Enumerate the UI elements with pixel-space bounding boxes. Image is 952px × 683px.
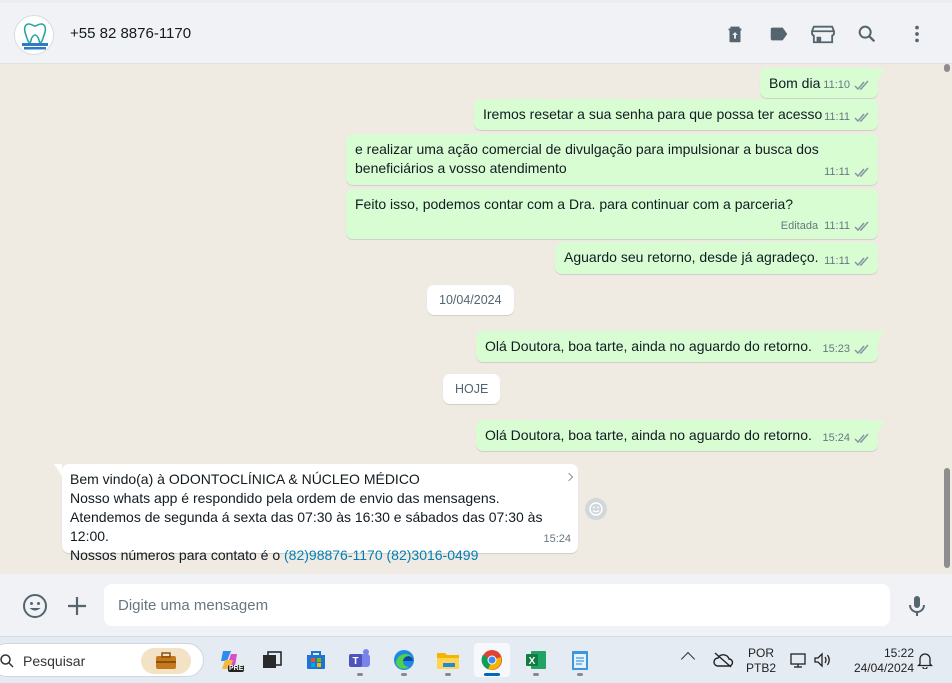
message-text: e realizar uma ação comercial de divulga… <box>355 141 819 176</box>
scrollbar-top[interactable] <box>944 64 950 72</box>
clock[interactable]: 15:22 24/04/2024 <box>844 646 914 676</box>
double-check-icon <box>854 112 869 123</box>
delete-icon[interactable] <box>724 23 746 45</box>
clock-time: 15:22 <box>883 646 914 660</box>
double-check-icon <box>854 221 869 232</box>
phone-link[interactable]: (82)3016-0499 <box>387 547 479 563</box>
attach-plus-icon[interactable] <box>64 593 90 619</box>
bubble-tail <box>877 331 885 343</box>
excel-icon[interactable]: X <box>518 643 554 677</box>
contact-avatar[interactable] <box>14 15 54 55</box>
task-view-icon[interactable] <box>254 643 290 677</box>
date-separator: 10/04/2024 <box>427 285 514 315</box>
clock-date: 24/04/2024 <box>853 661 914 675</box>
outgoing-message[interactable]: Aguardo seu retorno, desde já agradeço. … <box>555 242 878 274</box>
message-line: Bem vindo(a) à ODONTOCLÍNICA & NÚCLEO MÉ… <box>70 471 420 487</box>
chrome-icon[interactable] <box>474 643 510 677</box>
search-icon <box>0 654 14 668</box>
message-time: 11:11 <box>824 220 850 232</box>
outgoing-message[interactable]: Olá Doutora, boa tarte, ainda no aguardo… <box>476 331 885 362</box>
message-time: 15:24 <box>822 432 850 444</box>
menu-dots-icon[interactable] <box>906 23 928 45</box>
svg-text:T: T <box>352 656 358 667</box>
double-check-icon <box>854 344 869 355</box>
outgoing-message[interactable]: Feito isso, podemos contar com a Dra. pa… <box>346 189 878 239</box>
edge-icon[interactable] <box>386 643 422 677</box>
message-text: Olá Doutora, boa tarte, ainda no aguardo… <box>485 427 812 443</box>
double-check-icon <box>854 80 869 91</box>
double-check-icon <box>854 167 869 178</box>
outgoing-message[interactable]: Iremos resetar a sua senha para que poss… <box>474 99 878 130</box>
outgoing-message[interactable]: Bom dia 11:10 <box>760 68 885 98</box>
volume-icon[interactable] <box>813 651 833 674</box>
date-separator: HOJE <box>443 374 501 404</box>
message-text: Olá Doutora, boa tarte, ainda no aguardo… <box>485 338 812 354</box>
message-line: Atendemos de segunda á sexta das 07:30 à… <box>70 509 543 544</box>
microphone-icon[interactable] <box>904 593 930 619</box>
input-language-indicator[interactable]: POR PTB2 <box>746 646 776 676</box>
message-time: 15:23 <box>822 343 850 355</box>
show-hidden-icons-chevron-icon[interactable] <box>680 651 696 667</box>
message-input-container <box>104 584 890 626</box>
message-input[interactable] <box>104 584 890 626</box>
message-text: Iremos resetar a sua senha para que poss… <box>483 106 823 122</box>
cloud-offline-icon[interactable] <box>712 651 734 674</box>
search-highlight-icon <box>141 648 191 674</box>
chat-header: +55 82 8876-1170 <box>0 0 952 64</box>
outgoing-message[interactable]: e realizar uma ação comercial de divulga… <box>346 134 878 185</box>
notepad-icon[interactable] <box>562 643 598 677</box>
double-check-icon <box>854 256 869 267</box>
composer-bar <box>0 574 952 636</box>
file-explorer-icon[interactable] <box>430 643 466 677</box>
message-time: 11:10 <box>823 79 850 91</box>
network-icon[interactable] <box>789 651 807 674</box>
bubble-tail <box>54 464 62 476</box>
svg-text:X: X <box>529 656 536 667</box>
message-time: 11:11 <box>824 255 850 267</box>
message-time: 11:11 <box>824 111 850 123</box>
teams-icon[interactable]: T <box>342 643 378 677</box>
message-list[interactable]: Bom dia 11:10 Iremos resetar a sua senha… <box>0 64 952 574</box>
message-text: Aguardo seu retorno, desde já agradeço. <box>564 249 819 265</box>
contact-name[interactable]: +55 82 8876-1170 <box>70 25 191 42</box>
label-tag-icon[interactable] <box>768 23 790 45</box>
search-icon[interactable] <box>856 23 878 45</box>
message-line: Nosso whats app é respondido pela ordem … <box>70 490 500 506</box>
windows-taskbar: Pesquisar PRE T X POR PTB2 15:22 24/04/2… <box>0 636 952 683</box>
bubble-tail <box>877 420 885 432</box>
message-text: Bom dia <box>769 75 821 91</box>
message-line: Nossos números para contato é o (82)9887… <box>70 546 570 565</box>
taskbar-search[interactable]: Pesquisar <box>0 643 204 677</box>
keyboard-layout: PTB2 <box>746 661 777 675</box>
bubble-tail <box>877 68 885 80</box>
message-time: 15:24 <box>543 533 571 545</box>
clinic-logo-icon <box>22 23 48 50</box>
edited-label: Editada <box>780 220 819 232</box>
message-text: Nossos números para contato é o <box>70 547 285 563</box>
message-time: 11:11 <box>824 166 850 178</box>
language-code: POR <box>747 646 774 660</box>
message-text: Feito isso, podemos contar com a Dra. pa… <box>355 196 794 212</box>
phone-link[interactable]: (82)98876-1170 <box>284 547 383 563</box>
microsoft-store-icon[interactable] <box>298 643 334 677</box>
scrollbar-thumb[interactable] <box>944 468 950 568</box>
store-icon[interactable] <box>810 23 836 45</box>
emoji-icon[interactable] <box>22 593 48 619</box>
search-label: Pesquisar <box>23 653 86 669</box>
notification-bell-icon[interactable] <box>916 651 934 674</box>
emoji-react-icon[interactable] <box>585 498 607 520</box>
double-check-icon <box>854 433 869 444</box>
incoming-message[interactable]: Bem vindo(a) à ODONTOCLÍNICA & NÚCLEO MÉ… <box>54 464 578 563</box>
outgoing-message[interactable]: Olá Doutora, boa tarte, ainda no aguardo… <box>476 420 885 451</box>
copilot-icon[interactable]: PRE <box>211 643 247 677</box>
